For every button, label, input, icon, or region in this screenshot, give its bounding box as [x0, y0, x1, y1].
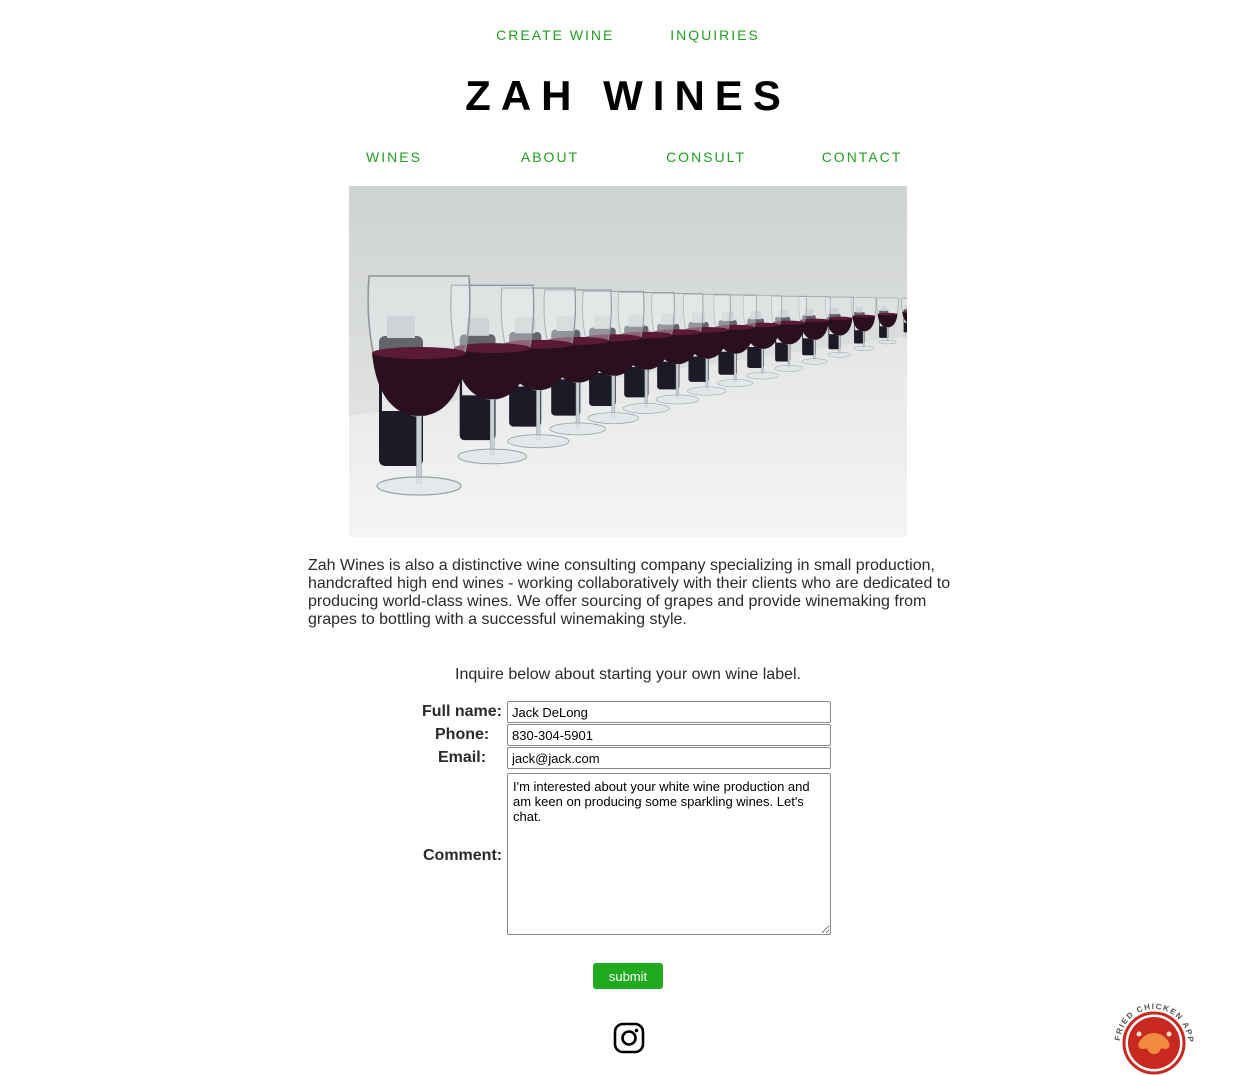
instagram-icon[interactable]	[613, 1022, 645, 1054]
nav-contact[interactable]: CONTACT	[784, 149, 940, 165]
phone-label: Phone:	[435, 726, 490, 743]
comment-field[interactable]: I'm interested about your white wine pro…	[507, 773, 831, 935]
inquire-text: Inquire below about starting your own wi…	[455, 666, 801, 683]
full-name-field[interactable]	[507, 701, 831, 723]
submit-button[interactable]: submit	[593, 963, 663, 989]
email-label: Email:	[438, 749, 487, 766]
top-nav: CREATE WINE INQUIRIES	[0, 27, 1256, 43]
fried-chicken-badge[interactable]: FRIED CHICKEN APPROVED	[1108, 997, 1200, 1075]
page: CREATE WINE INQUIRIES ZAH WINES WINES AB…	[0, 0, 1256, 1075]
email-field[interactable]	[507, 747, 831, 769]
main-nav: WINES ABOUT CONSULT CONTACT	[316, 149, 940, 165]
nav-about[interactable]: ABOUT	[472, 149, 628, 165]
nav-create-wine[interactable]: CREATE WINE	[496, 27, 614, 43]
nav-inquiries[interactable]: INQUIRIES	[670, 27, 760, 43]
comment-label: Comment:	[423, 847, 503, 864]
full-name-label: Full name:	[422, 703, 503, 720]
hero-image	[349, 186, 907, 537]
site-title: ZAH WINES	[465, 72, 791, 119]
nav-consult[interactable]: CONSULT	[628, 149, 784, 165]
phone-field[interactable]	[507, 724, 831, 746]
wine-glasses-photo	[349, 186, 907, 537]
nav-wines[interactable]: WINES	[316, 149, 472, 165]
description-text: Zah Wines is also a distinctive wine con…	[308, 557, 951, 628]
